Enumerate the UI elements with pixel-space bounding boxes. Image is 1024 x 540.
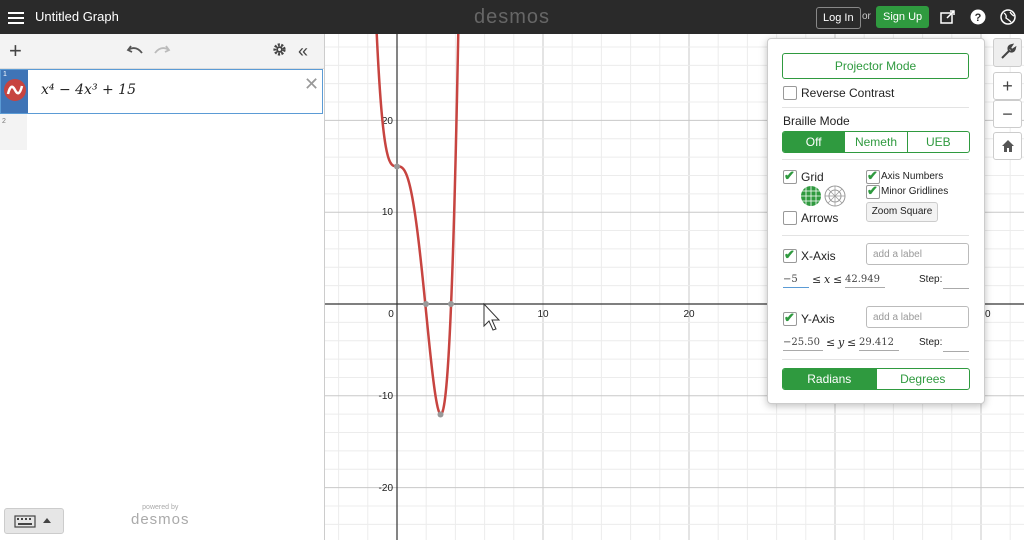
divider xyxy=(782,107,969,108)
x-tick-label: 10 xyxy=(537,309,549,320)
keypad-toggle-button[interactable] xyxy=(4,508,64,534)
undo-icon[interactable] xyxy=(126,41,144,61)
divider xyxy=(782,159,969,160)
degrees-option[interactable]: Degrees xyxy=(877,369,970,389)
expression-index: 2 xyxy=(2,118,6,125)
y-variable: y xyxy=(838,336,845,349)
redo-icon[interactable] xyxy=(153,41,171,61)
expression-index: 1 xyxy=(3,71,7,78)
help-icon[interactable]: ? xyxy=(970,9,986,25)
powered-by-text: powered by xyxy=(142,504,179,511)
y-axis-checkbox[interactable] xyxy=(783,310,797,326)
arrows-label: Arrows xyxy=(801,211,839,225)
x-axis-label: X-Axis xyxy=(801,249,836,263)
leq-symbol: ≤ xyxy=(833,273,843,286)
menu-icon[interactable] xyxy=(8,9,24,25)
x-variable: x xyxy=(824,273,831,286)
divider xyxy=(782,235,969,236)
expression-toolbar: + « xyxy=(0,34,324,69)
leq-symbol: ≤ xyxy=(847,336,857,349)
angle-mode-selector: Radians Degrees xyxy=(782,368,970,390)
expression-gutter: 1 xyxy=(1,70,28,113)
arrows-checkbox[interactable] xyxy=(783,211,797,225)
collapse-panel-icon[interactable]: « xyxy=(298,41,308,61)
reverse-contrast-checkbox[interactable] xyxy=(783,86,797,100)
x-axis-checkbox[interactable] xyxy=(783,247,797,263)
y-max-input[interactable]: 29.412 xyxy=(859,336,899,351)
grid-checkbox[interactable] xyxy=(783,168,797,184)
x-step-label: Step: xyxy=(919,274,943,285)
mouse-cursor-icon xyxy=(483,302,501,331)
graph-title[interactable]: Untitled Graph xyxy=(35,9,119,24)
expression-input[interactable]: x⁴ − 4x³ + 15 xyxy=(41,82,136,98)
y-tick-label: -20 xyxy=(379,483,394,494)
login-button[interactable]: Log In xyxy=(816,7,861,29)
gear-icon[interactable] xyxy=(272,41,287,61)
braille-mode-label: Braille Mode xyxy=(783,114,850,128)
leq-symbol: ≤ xyxy=(812,273,822,286)
local-minimum-point[interactable] xyxy=(437,411,444,418)
graph-settings-panel: Projector Mode Reverse Contrast Braille … xyxy=(767,38,985,404)
powered-by-brand: desmos xyxy=(131,511,190,528)
home-icon[interactable] xyxy=(993,132,1022,160)
desmos-logo: desmos xyxy=(474,6,551,28)
divider xyxy=(782,359,969,360)
share-icon[interactable] xyxy=(940,9,956,25)
grid-label: Grid xyxy=(801,170,824,184)
x-intercept-point[interactable] xyxy=(448,301,454,307)
x-tick-label: 20 xyxy=(683,309,695,320)
y-tick-label: 10 xyxy=(382,207,394,218)
cartesian-grid-icon[interactable] xyxy=(800,185,822,210)
add-expression-button[interactable]: + xyxy=(9,40,22,62)
axis-numbers-checkbox[interactable] xyxy=(866,168,880,184)
leq-symbol: ≤ xyxy=(826,336,836,349)
svg-text:?: ? xyxy=(975,12,982,24)
y-step-label: Step: xyxy=(919,337,943,348)
y-intercept-point[interactable] xyxy=(394,163,400,170)
minor-gridlines-label: Minor Gridlines xyxy=(881,186,949,197)
x-step-input[interactable] xyxy=(943,274,969,289)
signup-button[interactable]: Sign Up xyxy=(876,6,930,28)
zoom-out-button[interactable]: − xyxy=(993,100,1022,128)
top-bar: Untitled Graph desmos Log In or Sign Up … xyxy=(0,0,1024,34)
braille-off-option[interactable]: Off xyxy=(783,132,846,152)
axis-numbers-label: Axis Numbers xyxy=(881,171,944,182)
polar-grid-icon[interactable] xyxy=(824,185,846,210)
x-tick-label: 0 xyxy=(388,309,394,320)
function-curve[interactable] xyxy=(375,34,460,416)
y-tick-label: -10 xyxy=(379,391,394,402)
minor-gridlines-checkbox[interactable] xyxy=(866,183,880,199)
x-max-input[interactable]: 42.949 xyxy=(845,273,885,288)
wrench-icon[interactable] xyxy=(993,38,1022,67)
delete-expression-icon[interactable]: ✕ xyxy=(304,74,319,95)
y-step-input[interactable] xyxy=(943,337,969,352)
braille-nemeth-option[interactable]: Nemeth xyxy=(845,132,908,152)
radians-option[interactable]: Radians xyxy=(783,369,877,389)
reverse-contrast-label: Reverse Contrast xyxy=(801,86,895,100)
graph-color-icon[interactable] xyxy=(4,79,26,101)
y-axis-label-input[interactable]: add a label xyxy=(866,306,969,328)
y-min-input[interactable]: −25.50 xyxy=(783,336,823,351)
powered-by-desmos: powered by desmos xyxy=(131,504,190,529)
x-axis-label-input[interactable]: add a label xyxy=(866,243,969,265)
x-min-input[interactable]: −5 xyxy=(783,273,809,288)
braille-ueb-option[interactable]: UEB xyxy=(908,132,969,152)
zoom-square-button[interactable]: Zoom Square xyxy=(866,202,938,222)
x-intercept-point[interactable] xyxy=(423,301,429,307)
y-axis-label: Y-Axis xyxy=(801,312,835,326)
expression-panel: + « 1 x⁴ − 4x³ + 15 ✕ 2 powered by desmo… xyxy=(0,34,325,540)
projector-mode-button[interactable]: Projector Mode xyxy=(782,53,969,79)
zoom-in-button[interactable]: + xyxy=(993,72,1022,100)
globe-icon[interactable] xyxy=(1000,9,1016,25)
or-text: or xyxy=(862,11,871,22)
braille-mode-selector: Off Nemeth UEB xyxy=(782,131,970,153)
expression-row[interactable]: 1 x⁴ − 4x³ + 15 ✕ xyxy=(0,69,323,114)
